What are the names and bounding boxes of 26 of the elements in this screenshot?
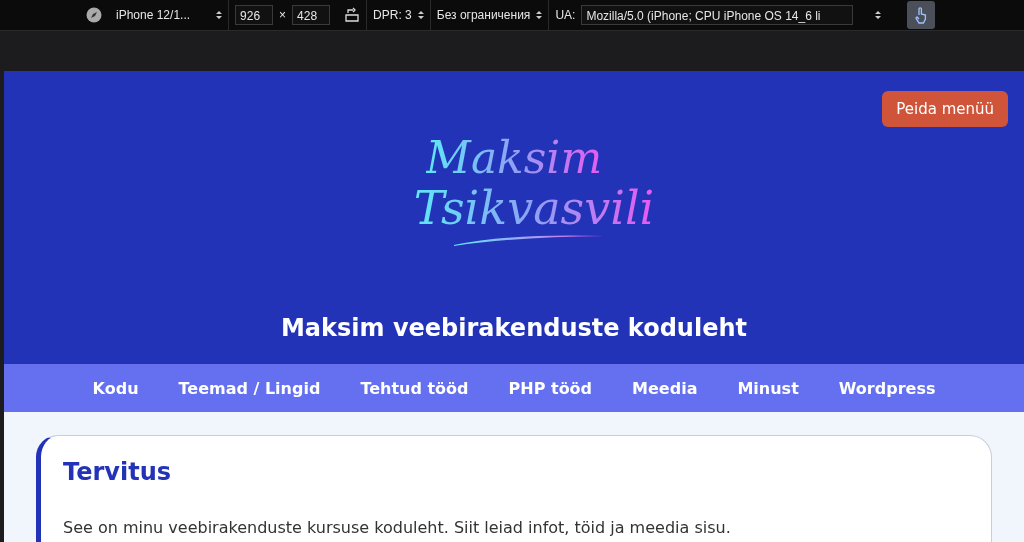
nav-link[interactable]: Kodu [92,378,139,398]
user-agent-field[interactable]: Mozilla/5.0 (iPhone; CPU iPhone OS 14_6 li [581,5,854,25]
touch-button[interactable] [907,1,936,29]
up-down-icon[interactable] [875,10,882,20]
device-select[interactable]: iPhone 12/1... [116,8,191,22]
up-down-icon[interactable] [536,10,543,20]
compass-icon [86,7,102,23]
height-input[interactable]: 428 [292,5,331,25]
up-down-icon[interactable] [216,10,223,20]
nav-link[interactable]: Wordpress [838,378,936,398]
width-input[interactable]: 926 [235,5,274,25]
nav-link[interactable]: Meedia [632,378,698,398]
card-title: Tervitus [63,458,172,486]
up-down-icon[interactable] [417,10,424,20]
hide-menu-button[interactable]: Peida menüü [882,91,1008,127]
times-sign: × [279,8,287,22]
site-title: Maksim veebirakenduste koduleht [281,314,747,342]
rotate-icon[interactable] [344,7,361,23]
throttle-select[interactable]: Без ограничения [436,8,531,22]
dpr-select[interactable]: DPR: 3 [373,8,412,22]
nav-link[interactable]: Minust [737,378,799,398]
ua-label: UA: [555,8,576,22]
card-text: See on minu veebirakenduste kursuse koduleht. Siit leiad infot, töid ja meedia sisu. [63,518,732,537]
nav-link[interactable]: PHP tööd [508,378,593,398]
nav-link[interactable]: Tehtud tööd [360,378,469,398]
nav-link[interactable]: Teemad / Lingid [178,378,321,398]
